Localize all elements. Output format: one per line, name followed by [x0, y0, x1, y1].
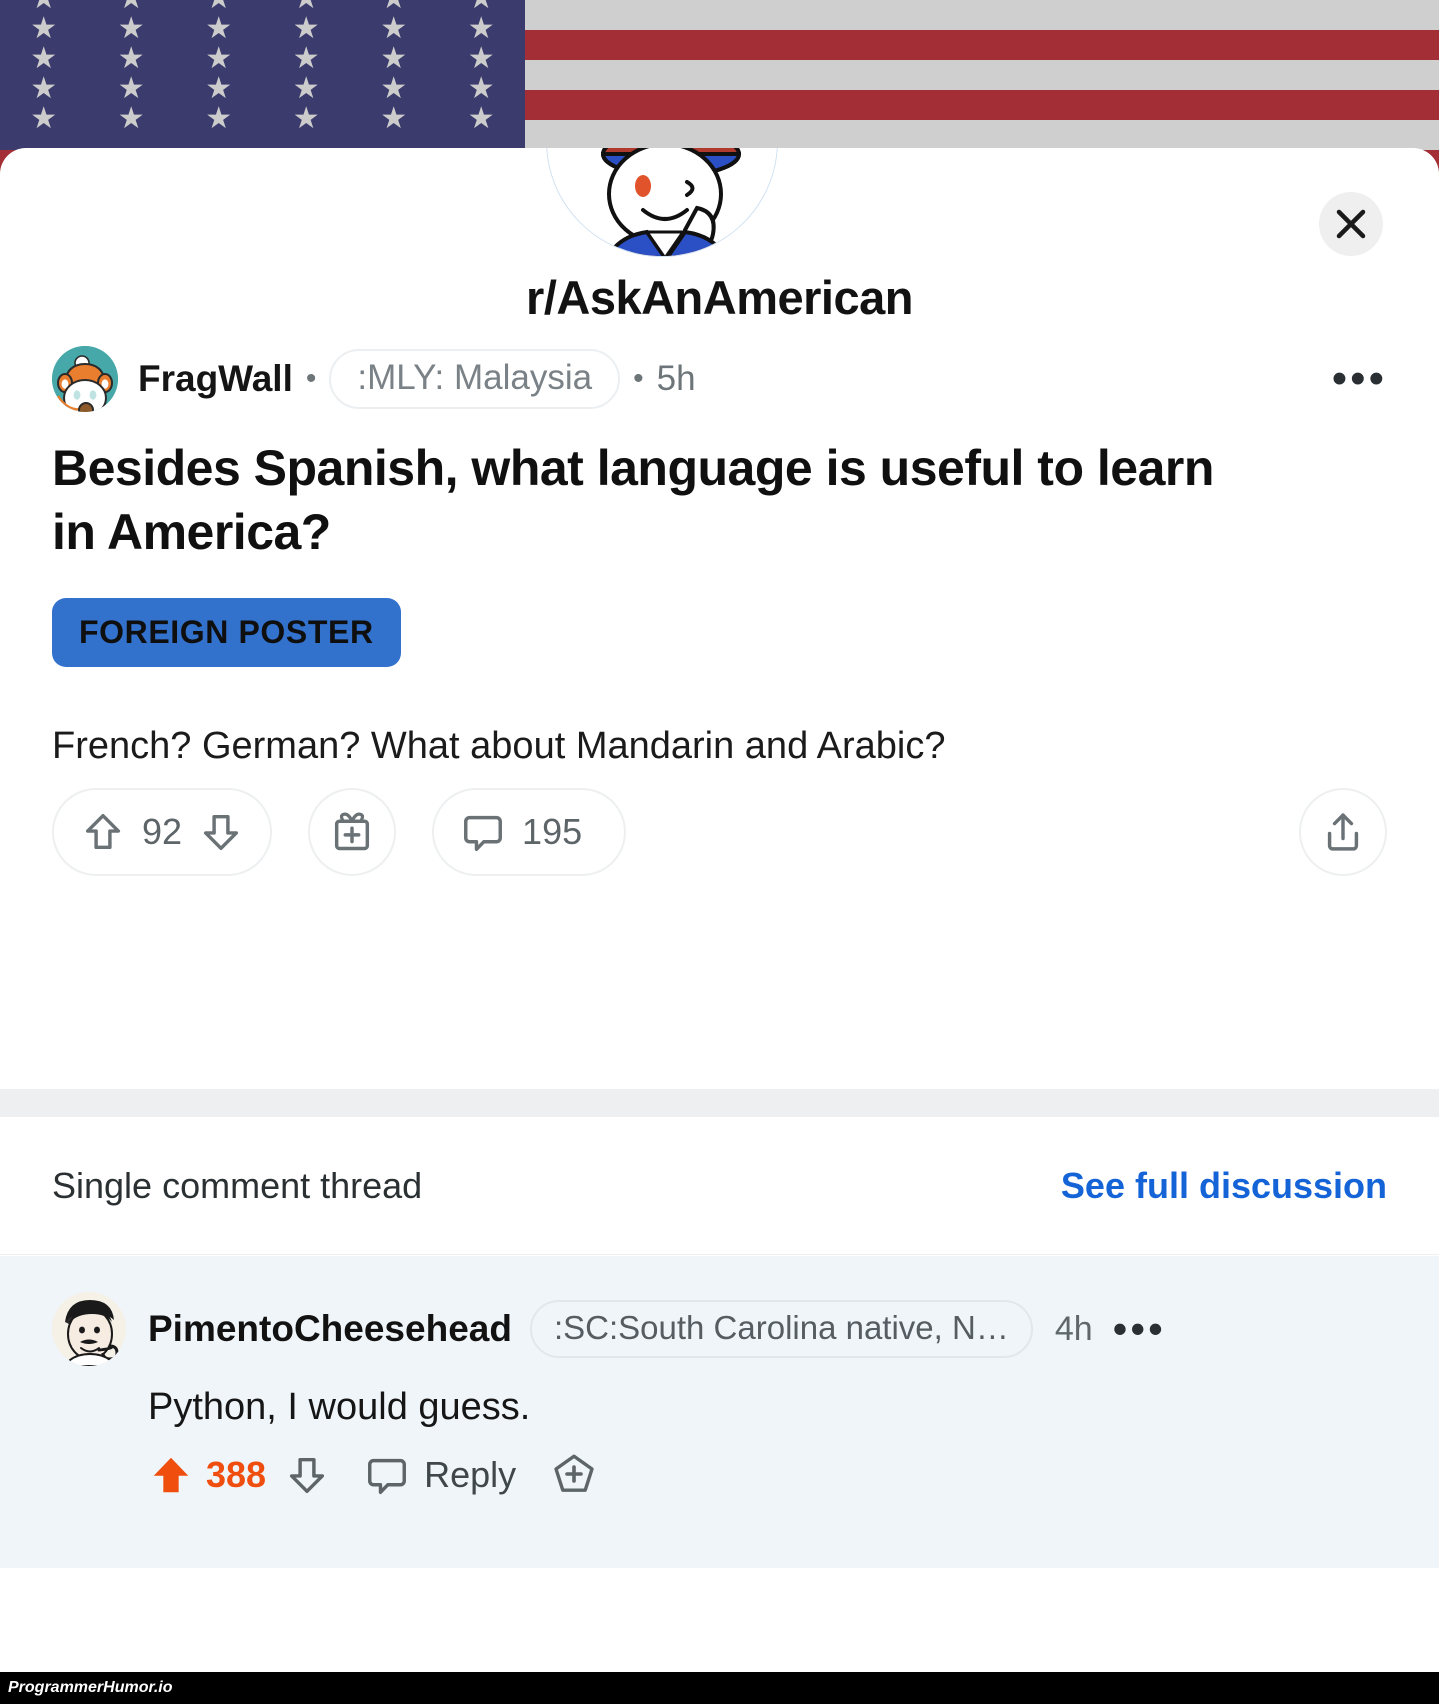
comment-author-name[interactable]: PimentoCheesehead	[148, 1308, 512, 1350]
vote-pill: 92	[52, 788, 273, 876]
comment-item: PimentoCheesehead :SC:South Carolina nat…	[0, 1256, 1439, 1568]
flair-separator: •	[633, 362, 644, 395]
close-icon	[1336, 209, 1366, 239]
downvote-button[interactable]	[198, 809, 244, 855]
post-card: r/AskAnAmerican FragWall •:MLY: Malaysi…	[0, 148, 1439, 1676]
share-button[interactable]	[1299, 788, 1387, 876]
comment-body-text: Python, I would guess.	[148, 1386, 531, 1428]
comment-age: 4h	[1054, 1309, 1093, 1348]
comment-author-flair[interactable]: :SC:South Carolina native, N…	[529, 1300, 1033, 1358]
gift-award-icon	[334, 812, 370, 851]
comment-reply-button[interactable]	[364, 1452, 410, 1498]
author-avatar[interactable]	[52, 346, 118, 412]
watermark-bar: ProgrammerHumor.io	[0, 1672, 1439, 1704]
comment-author-avatar[interactable]	[52, 1292, 126, 1366]
subreddit-avatar[interactable]	[546, 148, 778, 257]
watermark-text: ProgrammerHumor.io	[8, 1679, 173, 1696]
comment-header: PimentoCheesehead :SC:South Carolina nat…	[52, 1292, 1387, 1366]
post-content: FragWall • :MLY: Malaysia • 5h ••• Besid…	[0, 344, 1439, 772]
upvote-arrow-filled-icon	[153, 1457, 189, 1493]
post-body-text: French? German? What about Mandarin and …	[52, 725, 946, 767]
post-action-bar: 92 195	[52, 788, 1387, 876]
comment-downvote-button[interactable]	[284, 1452, 330, 1498]
comment-action-bar: 388 Reply	[148, 1451, 1387, 1499]
post-age: 5h	[656, 359, 696, 398]
plus-badge-icon	[554, 1454, 594, 1492]
comment-reply-label[interactable]: Reply	[424, 1454, 516, 1496]
comment-overflow-menu-button[interactable]: •••	[1113, 1307, 1166, 1348]
thread-label: Single comment thread	[52, 1164, 423, 1206]
upvote-arrow-icon	[85, 813, 121, 850]
post-author-row: FragWall • :MLY: Malaysia • 5h •••	[52, 344, 1387, 414]
uncle-sam-snoo-icon	[547, 148, 777, 256]
post-overflow-menu-button[interactable]: •••	[1332, 357, 1387, 400]
comment-score: 388	[206, 1454, 267, 1495]
retro-man-avatar-icon	[52, 1292, 126, 1366]
close-button[interactable]	[1319, 192, 1383, 256]
comment-upvote-button[interactable]	[148, 1452, 194, 1498]
comment-bubble-icon	[464, 815, 503, 851]
post-author-name[interactable]: FragWall	[138, 358, 293, 400]
thread-bar: Single comment thread See full discussio…	[0, 1117, 1439, 1255]
see-full-discussion-link[interactable]: See full discussion	[1061, 1165, 1387, 1207]
subreddit-title: r/AskAnAmerican	[526, 271, 913, 324]
downvote-arrow-icon	[203, 814, 239, 851]
comment-add-button[interactable]	[550, 1451, 598, 1499]
post-flair-badge[interactable]: FOREIGN POSTER	[52, 598, 401, 667]
section-divider-band	[0, 1089, 1439, 1117]
share-icon	[1327, 813, 1359, 851]
author-flair[interactable]: :MLY: Malaysia	[329, 349, 621, 409]
comment-bubble-icon	[368, 1458, 407, 1494]
author-separator: •	[305, 362, 317, 395]
comment-count: 195	[522, 811, 583, 852]
upvote-button[interactable]	[80, 809, 126, 855]
snoo-beanie-avatar-icon	[52, 346, 118, 412]
post-score: 92	[142, 811, 183, 852]
flag-canton: ★★★ ★★★ ★★★ ★★★ ★★★ ★★★ ★★★ ★★★ ★★★ ★★★	[0, 0, 525, 150]
post-title: Besides Spanish, what language is useful…	[52, 440, 1214, 560]
award-button[interactable]	[308, 788, 397, 876]
comments-pill[interactable]: 195	[432, 788, 627, 876]
comment-button[interactable]	[460, 809, 506, 855]
downvote-arrow-icon	[290, 1457, 325, 1494]
